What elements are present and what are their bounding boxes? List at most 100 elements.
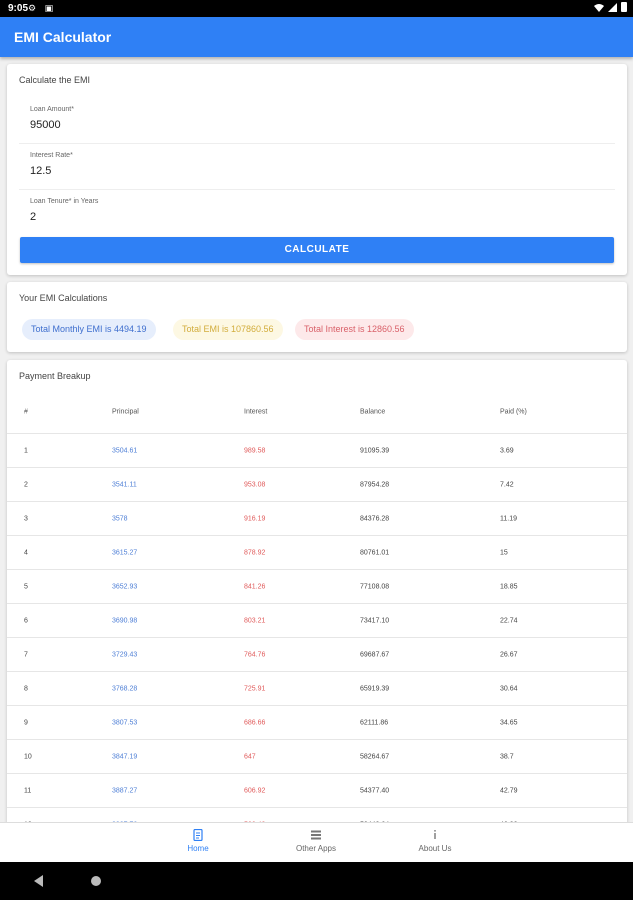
row-principal: 3690.98 <box>112 617 138 624</box>
row-number: 5 <box>24 583 28 590</box>
row-number: 1 <box>24 447 28 454</box>
status-time: 9:05 <box>8 3 29 14</box>
row-balance: 62111.86 <box>360 719 389 726</box>
row-interest: 989.58 <box>244 447 266 454</box>
row-interest: 916.19 <box>244 515 266 522</box>
calculator-title: Calculate the EMI <box>19 75 91 85</box>
table-row: 5 3652.93 841.26 77108.08 18.85 <box>7 570 627 604</box>
header-balance: Balance <box>360 408 386 415</box>
row-principal: 3847.19 <box>112 753 138 760</box>
header-principal: Principal <box>112 408 139 415</box>
header-number: # <box>24 408 28 415</box>
interest-rate-field[interactable]: Interest Rate* 12.5 <box>19 148 615 190</box>
interest-rate-label: Interest Rate* <box>30 152 73 159</box>
table-row: 6 3690.98 803.21 73417.10 22.74 <box>7 604 627 638</box>
system-nav-bar <box>0 862 633 900</box>
table-row: 7 3729.43 764.76 69687.67 26.67 <box>7 638 627 672</box>
row-number: 10 <box>24 753 32 760</box>
total-emi-chip: Total EMI is 107860.56 <box>173 319 283 340</box>
row-balance: 80761.01 <box>360 549 390 556</box>
wifi-icon <box>594 3 604 12</box>
nav-other-apps-label: Other Apps <box>295 844 337 853</box>
table-row: 10 3847.19 647 58264.67 38.7 <box>7 740 627 774</box>
home-icon[interactable] <box>91 876 101 886</box>
row-interest: 686.66 <box>244 719 266 726</box>
table-row: 11 3887.27 606.92 54377.40 42.79 <box>7 774 627 808</box>
loan-tenure-value[interactable]: 2 <box>30 211 36 223</box>
row-paid: 26.67 <box>500 651 518 658</box>
row-paid: 30.64 <box>500 685 518 692</box>
row-interest: 764.76 <box>244 651 266 658</box>
row-paid: 34.65 <box>500 719 518 726</box>
table-header: # Principal Interest Balance Paid (%) <box>7 390 627 434</box>
row-principal: 3729.43 <box>112 651 138 658</box>
nav-home[interactable]: Home <box>138 823 258 863</box>
breakup-title: Payment Breakup <box>19 371 91 381</box>
loan-amount-value[interactable]: 95000 <box>30 119 61 131</box>
row-balance: 87954.28 <box>360 481 390 488</box>
row-number: 2 <box>24 481 28 488</box>
header-paid: Paid (%) <box>500 408 527 415</box>
app-title: EMI Calculator <box>14 29 112 45</box>
table-row: 8 3768.28 725.91 65919.39 30.64 <box>7 672 627 706</box>
row-balance: 77108.08 <box>360 583 390 590</box>
back-icon[interactable] <box>34 875 43 887</box>
loan-tenure-label: Loan Tenure* in Years <box>30 198 99 205</box>
nav-about-us-label: About Us <box>418 844 452 853</box>
row-paid: 22.74 <box>500 617 518 624</box>
row-balance: 91095.39 <box>360 447 390 454</box>
row-balance: 73417.10 <box>360 617 390 624</box>
nav-home-label: Home <box>187 844 209 853</box>
nav-other-apps[interactable]: Other Apps <box>256 823 376 863</box>
row-number: 3 <box>24 515 28 522</box>
table-row: 9 3807.53 686.66 62111.86 34.65 <box>7 706 627 740</box>
nav-about-us[interactable]: About Us <box>375 823 495 863</box>
row-principal: 3652.93 <box>112 583 138 590</box>
row-interest: 725.91 <box>244 685 266 692</box>
row-principal: 3504.61 <box>112 447 138 454</box>
row-principal: 3541.11 <box>112 481 137 488</box>
payment-breakup-card: Payment Breakup # Principal Interest Bal… <box>7 360 627 830</box>
row-paid: 7.42 <box>500 481 514 488</box>
total-interest-chip: Total Interest is 12860.56 <box>295 319 414 340</box>
row-principal: 3768.28 <box>112 685 138 692</box>
row-paid: 11.19 <box>500 515 517 522</box>
signal-icon <box>608 2 617 12</box>
row-principal: 3615.27 <box>112 549 138 556</box>
row-paid: 18.85 <box>500 583 518 590</box>
row-interest: 606.92 <box>244 787 266 794</box>
calculator-card: Calculate the EMI Loan Amount* 95000 Int… <box>7 64 627 275</box>
loan-amount-field[interactable]: Loan Amount* 95000 <box>19 102 615 144</box>
row-balance: 54377.40 <box>360 787 390 794</box>
row-paid: 38.7 <box>500 753 514 760</box>
row-number: 6 <box>24 617 28 624</box>
row-balance: 58264.67 <box>360 753 390 760</box>
row-principal: 3807.53 <box>112 719 138 726</box>
row-number: 7 <box>24 651 28 658</box>
row-paid: 3.69 <box>500 447 514 454</box>
row-paid: 42.79 <box>500 787 518 794</box>
interest-rate-value[interactable]: 12.5 <box>30 165 51 177</box>
row-balance: 65919.39 <box>360 685 390 692</box>
app-bar: EMI Calculator <box>0 17 633 57</box>
row-interest: 878.92 <box>244 549 266 556</box>
row-interest: 841.26 <box>244 583 266 590</box>
row-balance: 69687.67 <box>360 651 390 658</box>
row-balance: 84376.28 <box>360 515 390 522</box>
notification-icons: ⚙ ▣ <box>28 3 57 13</box>
row-principal: 3578 <box>112 515 128 522</box>
calculate-button[interactable]: CALCULATE <box>20 237 614 263</box>
results-card: Your EMI Calculations Total Monthly EMI … <box>7 282 627 352</box>
table-row: 3 3578 916.19 84376.28 11.19 <box>7 502 627 536</box>
monthly-emi-chip: Total Monthly EMI is 4494.19 <box>22 319 156 340</box>
loan-tenure-field[interactable]: Loan Tenure* in Years 2 <box>19 194 615 236</box>
row-number: 4 <box>24 549 28 556</box>
info-icon <box>434 830 436 839</box>
row-number: 9 <box>24 719 28 726</box>
row-number: 11 <box>24 787 32 794</box>
status-bar: 9:05 ⚙ ▣ <box>0 0 633 17</box>
row-paid: 15 <box>500 549 508 556</box>
row-interest: 647 <box>244 753 256 760</box>
row-interest: 953.08 <box>244 481 266 488</box>
grid-icon <box>311 830 321 840</box>
